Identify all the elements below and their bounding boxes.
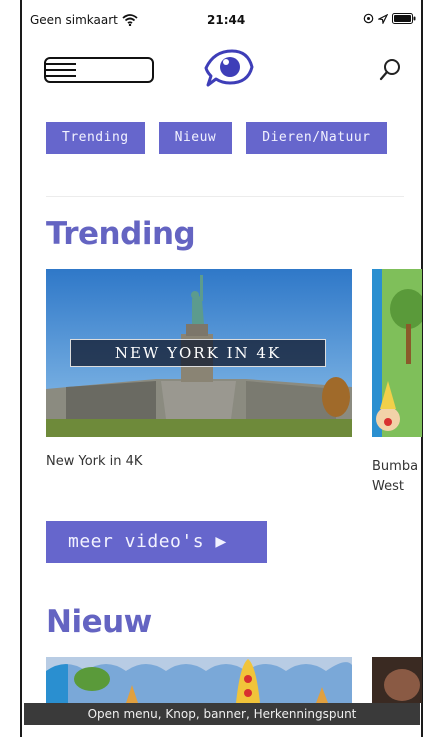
- nieuw-thumbnail-2: [372, 657, 422, 703]
- more-videos-button[interactable]: meer video's ▶: [46, 521, 267, 563]
- category-chips: Trending Nieuw Dieren/Natuur: [46, 122, 422, 156]
- battery-icon: [392, 13, 416, 24]
- chip-trending[interactable]: Trending: [46, 122, 145, 154]
- video-card-nieuw-2[interactable]: [372, 657, 422, 703]
- section-title-trending: Trending: [46, 216, 196, 252]
- video-card-bumba[interactable]: Bumba West: [372, 269, 422, 509]
- section-title-nieuw: Nieuw: [46, 604, 152, 640]
- status-icons: [363, 13, 416, 24]
- eye-icon[interactable]: [202, 47, 254, 89]
- voiceover-caption-banner: Open menu, Knop, banner, Herkenningspunt: [24, 703, 420, 725]
- status-bar: Geen simkaart 21:44: [24, 10, 420, 30]
- location-icon: [378, 13, 388, 24]
- thumbnail-title-text: New York in 4K: [114, 344, 282, 362]
- video-thumbnail[interactable]: [372, 657, 422, 703]
- chip-dieren-natuur[interactable]: Dieren/Natuur: [246, 122, 387, 154]
- wifi-icon: [122, 14, 138, 26]
- bumba-thumbnail: [372, 269, 422, 437]
- open-menu-button[interactable]: [44, 57, 154, 83]
- hamburger-menu-icon: [46, 63, 76, 65]
- thumbnail-title-overlay: New York in 4K: [70, 339, 326, 367]
- hamburger-menu-icon-line: [46, 69, 76, 71]
- left-frame-border: [20, 0, 22, 737]
- search-icon[interactable]: [377, 57, 403, 83]
- top-navigation: [24, 45, 420, 100]
- video-title: New York in 4K: [46, 454, 143, 469]
- video-thumbnail[interactable]: [46, 657, 352, 703]
- orientation-lock-icon: [363, 13, 374, 24]
- video-card-nieuw-1[interactable]: [46, 657, 352, 703]
- clock: 21:44: [207, 13, 246, 27]
- nieuw-thumbnail: [46, 657, 352, 703]
- video-card-new-york[interactable]: New York in 4K New York in 4K: [46, 269, 352, 469]
- chip-nieuw[interactable]: Nieuw: [158, 122, 233, 154]
- carrier-group: Geen simkaart: [30, 13, 138, 27]
- hamburger-menu-icon-line: [46, 75, 76, 77]
- divider: [46, 196, 404, 197]
- carrier-label: Geen simkaart: [30, 13, 118, 27]
- video-title: Bumba West: [372, 459, 419, 494]
- video-thumbnail[interactable]: [372, 269, 422, 437]
